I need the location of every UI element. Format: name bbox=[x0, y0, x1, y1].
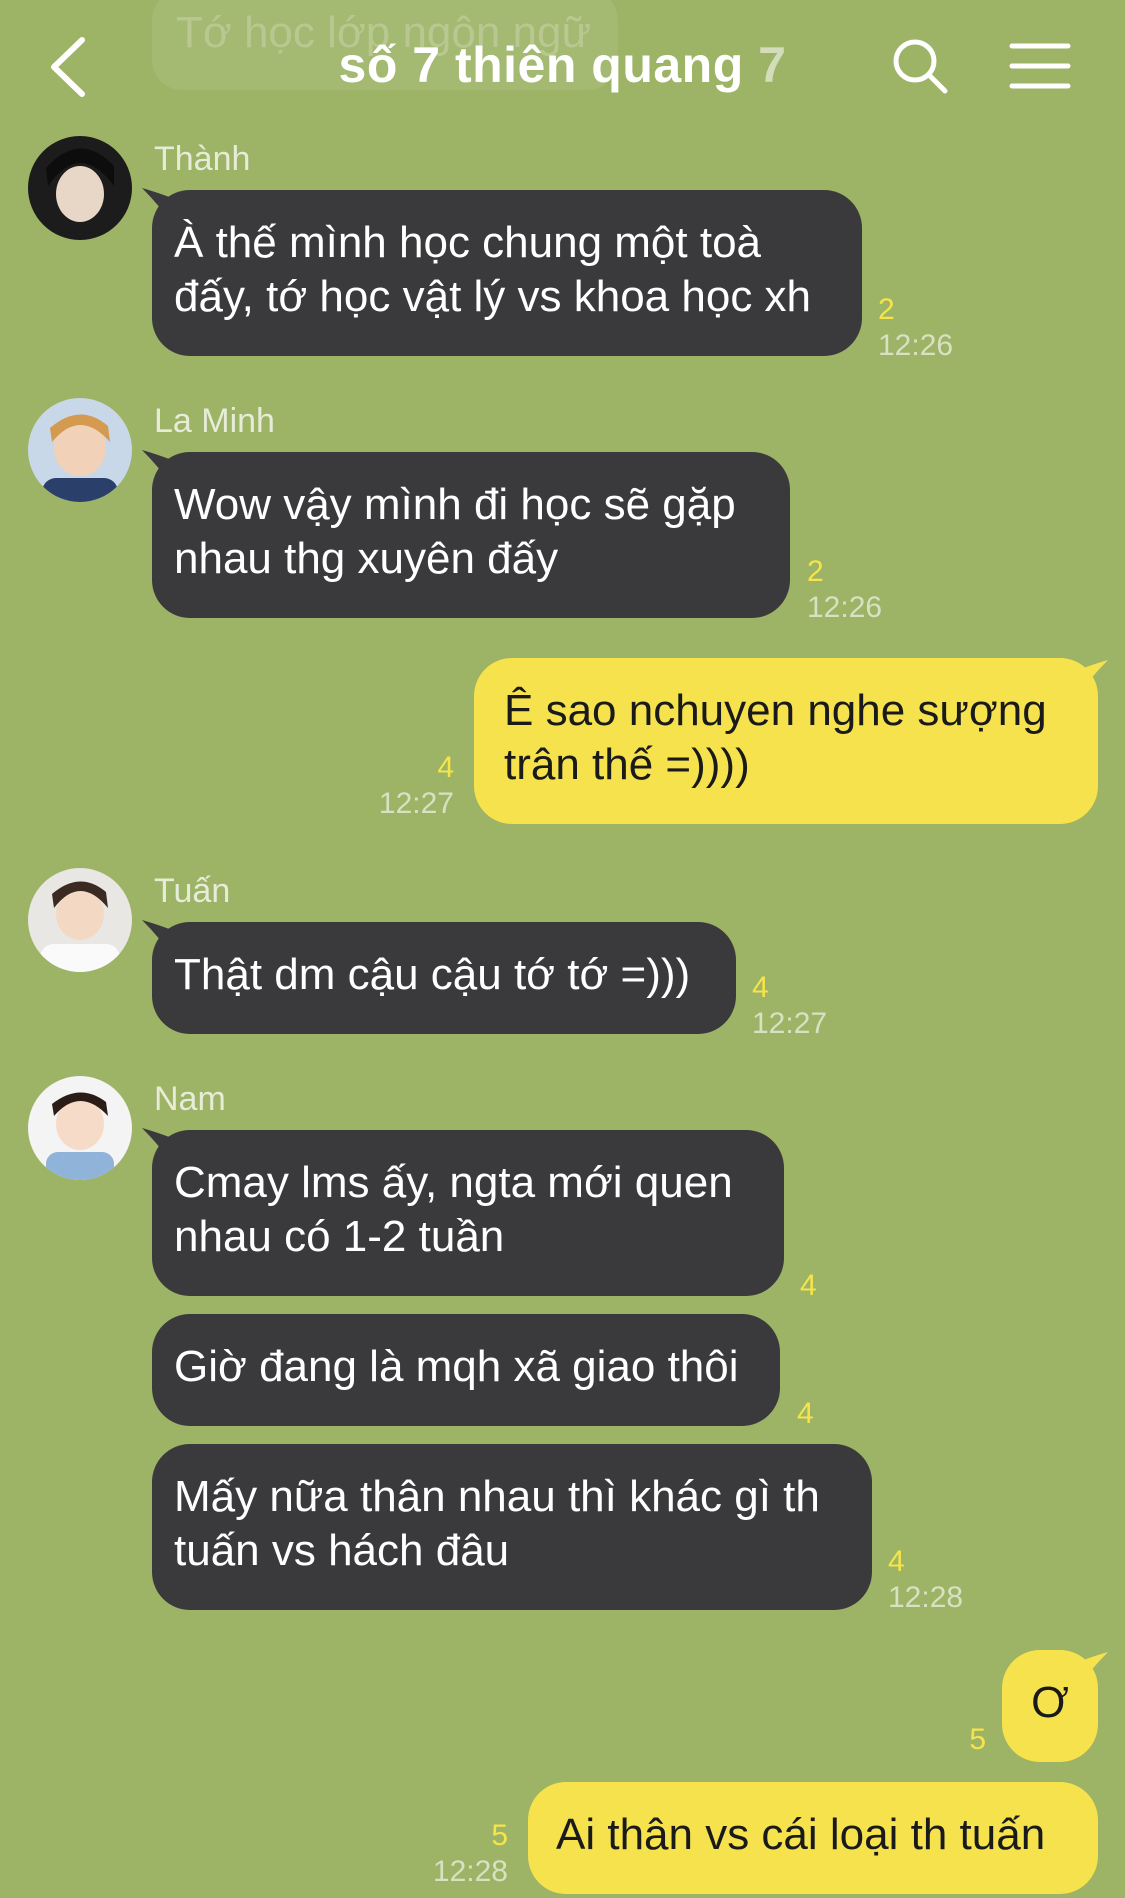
chat-title[interactable]: số 7 thiên quang 7 bbox=[0, 36, 1125, 94]
message-meta: 4 12:28 bbox=[888, 1544, 963, 1616]
message-meta: 4 bbox=[800, 1268, 817, 1304]
message-meta: 4 bbox=[797, 1396, 814, 1432]
read-count: 4 bbox=[752, 971, 769, 1004]
read-count: 2 bbox=[878, 293, 895, 326]
chat-header: Tớ học lớp ngôn ngữ số 7 thiên quang 7 bbox=[0, 0, 1125, 130]
chat-name: số 7 thiên quang bbox=[338, 37, 744, 93]
message-meta: 2 12:26 bbox=[878, 292, 953, 364]
sender-name: La Minh bbox=[154, 402, 275, 440]
message-meta: 4 12:27 bbox=[752, 970, 827, 1042]
message-bubble[interactable]: Cmay lms ấy, ngta mới quen nhau có 1-2 t… bbox=[152, 1130, 784, 1296]
bubble-tail bbox=[1078, 660, 1108, 696]
timestamp: 12:28 bbox=[888, 1581, 964, 1614]
timestamp: 12:27 bbox=[752, 1007, 828, 1040]
timestamp: 12:26 bbox=[878, 329, 954, 362]
read-count: 4 bbox=[888, 1545, 905, 1578]
sender-name: Tuấn bbox=[154, 872, 231, 910]
message-bubble-outgoing[interactable]: Ai thân vs cái loại th tuấn bbox=[528, 1782, 1098, 1894]
read-count: 4 bbox=[800, 1269, 817, 1302]
message-bubble[interactable]: Wow vậy mình đi học sẽ gặp nhau thg xuyê… bbox=[152, 452, 790, 618]
message-meta: 5 12:28 bbox=[400, 1818, 508, 1890]
message-bubble[interactable]: Giờ đang là mqh xã giao thôi bbox=[152, 1314, 780, 1426]
message-meta: 2 12:26 bbox=[807, 554, 882, 626]
avatar-tuan[interactable] bbox=[28, 868, 132, 972]
read-count: 5 bbox=[491, 1819, 508, 1852]
message-bubble[interactable]: À thế mình học chung một toà đấy, tớ học… bbox=[152, 190, 862, 356]
bubble-tail bbox=[1078, 1652, 1108, 1688]
avatar-la-minh[interactable] bbox=[28, 398, 132, 502]
message-bubble[interactable]: Thật dm cậu cậu tớ tớ =))) bbox=[152, 922, 736, 1034]
read-count: 4 bbox=[797, 1397, 814, 1430]
sender-name: Nam bbox=[154, 1080, 226, 1118]
sender-name: Thành bbox=[154, 140, 251, 178]
avatar-thanh[interactable] bbox=[28, 136, 132, 240]
read-count: 5 bbox=[969, 1723, 986, 1756]
message-meta: 5 bbox=[900, 1722, 986, 1758]
read-count: 2 bbox=[807, 555, 824, 588]
avatar-nam[interactable] bbox=[28, 1076, 132, 1180]
message-meta: 4 12:27 bbox=[360, 750, 454, 822]
search-icon[interactable] bbox=[890, 36, 950, 96]
message-bubble[interactable]: Mấy nữa thân nhau thì khác gì th tuấn vs… bbox=[152, 1444, 872, 1610]
read-count: 4 bbox=[437, 751, 454, 784]
menu-icon[interactable] bbox=[1008, 38, 1072, 94]
timestamp: 12:27 bbox=[378, 787, 454, 820]
timestamp: 12:26 bbox=[807, 591, 883, 624]
timestamp: 12:28 bbox=[432, 1855, 508, 1888]
member-count: 7 bbox=[758, 37, 787, 93]
message-bubble-outgoing[interactable]: Ê sao nchuyen nghe sượng trân thế =)))) bbox=[474, 658, 1098, 824]
